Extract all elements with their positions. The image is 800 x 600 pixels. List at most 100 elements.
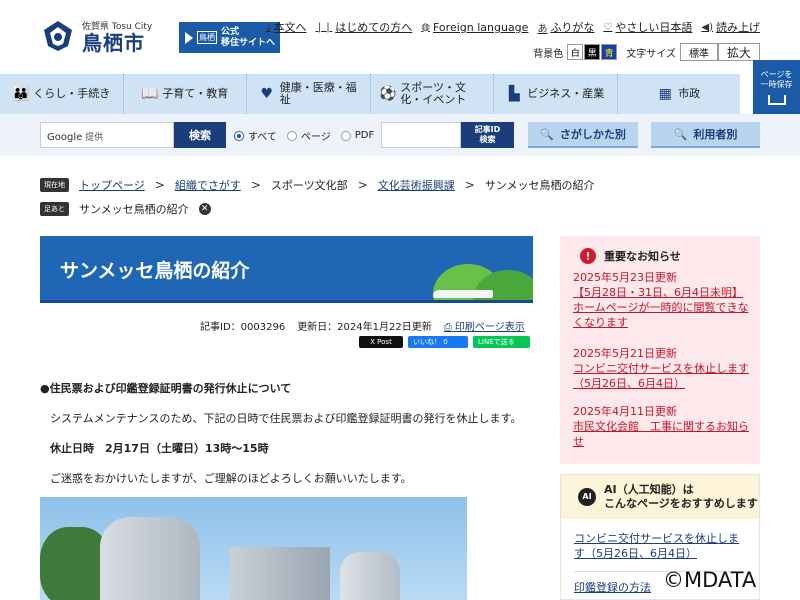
factory-icon: ▙: [508, 86, 520, 102]
notice-item: 2025年4月11日更新 市民文化会館 工事に関するお知らせ: [573, 404, 753, 449]
play-icon: [185, 31, 193, 44]
chevron-right-icon: >: [464, 178, 475, 192]
radio-dot: [286, 130, 297, 141]
building-photo: [40, 497, 467, 600]
nav-living[interactable]: 👪 くらし・手続き: [0, 74, 124, 114]
notice-paragraph: システムメンテナンスのため、下記の日時で住民票および印鑑登録証明書の発行を休止し…: [50, 412, 522, 425]
bg-black-button[interactable]: 黒: [584, 44, 601, 60]
breadcrumb-top[interactable]: トップページ: [79, 177, 145, 193]
notice-link[interactable]: コンビニ交付サービスを休止します（5月26日、6月4日）: [573, 362, 749, 390]
close-icon[interactable]: ✕: [198, 203, 211, 215]
line-share-button[interactable]: LINEで送る: [473, 336, 530, 348]
radio-pdf[interactable]: PDF: [340, 130, 374, 141]
download-icon: ⤓: [266, 21, 271, 33]
font-normal-button[interactable]: 標準: [679, 43, 718, 61]
building-shape: [100, 517, 200, 600]
display-settings: 背景色 白 黒 青 文字サイズ 標準 拡大: [533, 43, 760, 61]
heart-icon: ♥: [260, 86, 274, 102]
breadcrumb-org[interactable]: 組織でさがす: [175, 177, 241, 193]
watermark: ©MDATA: [663, 568, 757, 592]
notice-link[interactable]: 市民文化会館 工事に関するお知らせ: [573, 420, 749, 448]
bg-white-button[interactable]: 白: [567, 44, 584, 60]
building-shape: [340, 552, 400, 600]
furigana-icon: あ: [537, 23, 548, 35]
building-shape: [230, 547, 330, 600]
notices-title: 重要なお知らせ: [604, 250, 681, 263]
current-location-tag: 現在地: [40, 178, 69, 192]
site-header: 佐賀県 Tosu City 鳥栖市 鳥栖 公式 移住サイトへ ⤓ 本文へ ❘❘ はじ…: [0, 0, 800, 74]
bg-blue-button[interactable]: 青: [601, 44, 618, 60]
link-furigana[interactable]: あふりがな: [537, 19, 594, 35]
chevron-right-icon: >: [250, 178, 261, 192]
breadcrumb-dept: スポーツ文化部: [270, 179, 348, 192]
search-icon: 🔍: [673, 127, 688, 141]
site-search-input[interactable]: Google 提供: [40, 122, 174, 148]
train-illustration: [433, 290, 493, 298]
page-title: サンメッセ鳥栖の紹介: [60, 260, 250, 282]
family-icon: 👪: [12, 86, 30, 102]
print-link[interactable]: ⎙ 印刷ページ表示: [444, 318, 525, 333]
article-id-input[interactable]: [381, 122, 461, 148]
link-easy-japanese[interactable]: ♡ やさしい日本語: [603, 19, 692, 35]
ai-title-line2: こんなページをおすすめします: [604, 497, 758, 510]
heart-icon: ♡: [603, 21, 613, 33]
site-logo[interactable]: 佐賀県 Tosu City 鳥栖市: [40, 18, 152, 54]
notice-link[interactable]: 【5月28日・31日、6月4日未明】ホームページが一時的に閲覧できなくなります: [573, 286, 748, 329]
notice-date: 2025年5月21日更新: [573, 347, 677, 360]
notice-date: 2025年5月23日更新: [573, 271, 677, 284]
city-emblem-icon: [44, 21, 72, 51]
notice-item: 2025年5月23日更新 【5月28日・31日、6月4日未明】ホームページが一時…: [573, 270, 753, 330]
updated-date: 更新日：2024年1月22日更新: [297, 322, 432, 333]
link-foreign-language[interactable]: ◍ Foreign language: [421, 19, 528, 35]
important-notices: ! 重要なお知らせ 2025年5月23日更新 【5月28日・31日、6月4日未明…: [560, 236, 760, 464]
link-read-aloud[interactable]: ◀) 読み上げ: [701, 19, 760, 35]
ai-title-line1: AI（人工知能）は: [604, 483, 694, 496]
by-user-button[interactable]: 🔍 利用者別: [651, 122, 760, 148]
city-hall-icon: ▦: [658, 86, 672, 102]
page-title-banner: サンメッセ鳥栖の紹介: [40, 236, 533, 303]
banner-kanji: 鳥栖: [197, 31, 217, 44]
chevron-right-icon: >: [357, 178, 368, 192]
apology-paragraph: ご迷惑をおかけいたしますが、ご理解のほどよろしくお願いいたします。: [50, 472, 412, 485]
find-way-button[interactable]: 🔍 さがしかた別: [528, 122, 638, 148]
footprint-tag: 足あと: [40, 202, 69, 216]
radio-page[interactable]: ページ: [286, 128, 331, 143]
radio-all[interactable]: すべて: [234, 128, 277, 143]
breadcrumb: 現在地 トップページ > 組織でさがす > スポーツ文化部 > 文化芸術振興課 …: [40, 177, 594, 193]
font-size-label: 文字サイズ: [626, 48, 676, 60]
footprint-item[interactable]: サンメッセ鳥栖の紹介: [79, 201, 189, 217]
breadcrumb-current: サンメッセ鳥栖の紹介: [484, 179, 595, 192]
printer-icon: ⎙: [443, 322, 452, 333]
globe-icon: ◍: [421, 21, 430, 33]
notice-item: 2025年5月21日更新 コンビニ交付サービスを休止します（5月26日、6月4日…: [573, 346, 753, 391]
link-skip-to-content[interactable]: ⤓ 本文へ: [266, 19, 306, 35]
font-large-button[interactable]: 拡大: [717, 43, 760, 61]
banner-line1: 公式: [221, 26, 240, 37]
breadcrumb-section[interactable]: 文化芸術振興課: [378, 177, 455, 193]
ai-recommended-link[interactable]: コンビニ交付サービスを休止します（5月26日、6月4日）: [574, 531, 746, 561]
social-buttons: X Post いいね！ 0 LINEで送る: [359, 336, 530, 348]
nav-childcare[interactable]: 📖 子育て・教育: [124, 74, 247, 114]
global-nav: 👪 くらし・手続き 📖 子育て・教育 ♥ 健康・医療・福祉 ⚽ スポーツ・文化・イベント…: [0, 74, 740, 114]
link-first-visit[interactable]: ❘❘ はじめての方へ: [316, 19, 413, 35]
facebook-like-button[interactable]: いいね！ 0: [408, 336, 468, 348]
article-meta: 記事ID：0003296 更新日：2024年1月22日更新 ⎙ 印刷ページ表示: [200, 318, 525, 333]
relocation-site-banner[interactable]: 鳥栖 公式 移住サイトへ: [179, 22, 280, 53]
utility-links: ⤓ 本文へ ❘❘ はじめての方へ ◍ Foreign language あふりがな ♡…: [266, 19, 760, 35]
x-post-button[interactable]: X Post: [359, 336, 403, 348]
article-id-search-button[interactable]: 記事ID 検索: [461, 122, 514, 148]
nav-city-govt[interactable]: ▦ 市政: [618, 74, 741, 114]
nav-business[interactable]: ▙ ビジネス・産業: [494, 74, 618, 114]
nav-sports-culture[interactable]: ⚽ スポーツ・文化・イベント: [371, 74, 494, 114]
search-bar: Google 提供 検索 すべて ページ PDF 記事ID 検索 🔍 さがしかた別…: [0, 114, 800, 156]
nav-health[interactable]: ♥ 健康・医療・福祉: [247, 74, 371, 114]
notice-heading: ●住民票および印鑑登録証明書の発行休止について: [40, 382, 292, 395]
chevron-right-icon: >: [154, 178, 165, 192]
alert-icon: !: [580, 248, 596, 264]
soccer-icon: ⚽: [379, 86, 397, 102]
logo-subtitle: 佐賀県 Tosu City: [82, 21, 153, 32]
search-button[interactable]: 検索: [174, 122, 226, 148]
ai-icon: AI: [578, 488, 596, 506]
footprint: 足あと サンメッセ鳥栖の紹介 ✕: [40, 201, 211, 217]
notice-date: 2025年4月11日更新: [573, 405, 677, 418]
